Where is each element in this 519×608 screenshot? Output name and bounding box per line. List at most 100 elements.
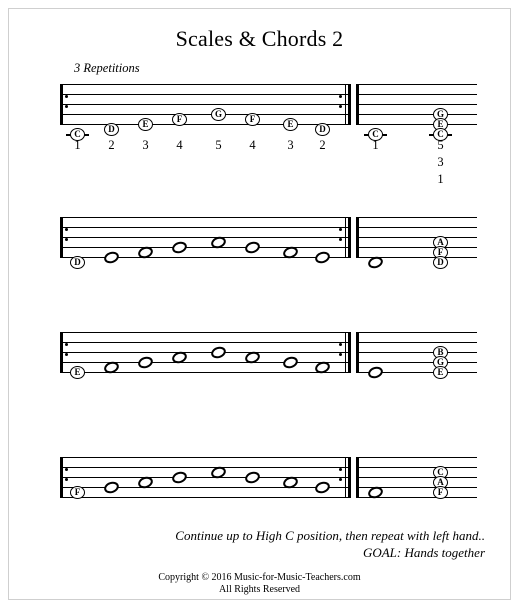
chord-fingering-number: 3 — [437, 155, 444, 169]
copyright-line-1: Copyright © 2016 Music-for-Music-Teacher… — [158, 572, 361, 583]
staff-line — [356, 247, 477, 248]
staff-line — [60, 477, 348, 478]
repeat-start-barline — [60, 84, 63, 125]
note-letter: D — [74, 256, 81, 267]
instruction-line-2: GOAL: Hands together — [362, 545, 485, 560]
repeat-dot — [339, 238, 342, 241]
repetitions-label: 3 Repetitions — [74, 61, 140, 75]
note-letter: F — [437, 486, 444, 497]
note-head-labeled: E — [283, 117, 298, 131]
repeat-dot — [65, 468, 68, 471]
repeat-start-dots — [65, 84, 70, 125]
note-letter: F — [176, 113, 183, 124]
repeat-end-barline — [348, 217, 351, 258]
repeat-dot — [339, 353, 342, 356]
repeat-start-barline — [60, 457, 63, 498]
repeat-start-barline — [60, 217, 63, 258]
fingering-number: 1 — [372, 138, 379, 152]
repeat-end-barline — [344, 457, 346, 498]
staff-line — [356, 124, 477, 125]
staff-line — [60, 497, 348, 498]
repeat-dot — [65, 228, 68, 231]
repeat-start-dots — [65, 217, 70, 258]
repeat-end-barline — [344, 84, 346, 125]
staff-line — [356, 362, 477, 363]
staff-line — [356, 457, 477, 458]
repeat-start-barline — [60, 332, 63, 373]
repeat-end-dots — [339, 457, 344, 498]
staff-line — [356, 352, 477, 353]
note-head-labeled: E — [138, 117, 153, 131]
fingering-number: 1 — [74, 138, 81, 152]
repeat-start-dots — [65, 332, 70, 373]
staff-line — [60, 467, 348, 468]
chord-fingering-number: 1 — [437, 172, 444, 186]
staff-line — [60, 352, 348, 353]
staff-line — [60, 362, 348, 363]
staff-line — [60, 227, 348, 228]
staff-lines — [356, 84, 477, 125]
note-letter: D — [108, 123, 115, 134]
repeat-dot — [65, 343, 68, 346]
repeat-dot — [339, 478, 342, 481]
staff-line — [60, 457, 348, 458]
staff-line — [356, 477, 477, 478]
coda-barline — [356, 217, 359, 258]
repeat-end-dots — [339, 332, 344, 373]
staff-line — [60, 124, 348, 125]
note-letter: E — [437, 366, 444, 377]
staff-line — [60, 237, 348, 238]
note-letter: F — [249, 113, 256, 124]
note-head-labeled: F — [245, 112, 260, 126]
staff-line — [356, 342, 477, 343]
staff-lines — [60, 217, 348, 258]
repeat-end-barline — [344, 332, 346, 373]
coda-barline — [356, 84, 359, 125]
staff-lines — [60, 457, 348, 498]
repeat-end-barline — [348, 457, 351, 498]
note-letter: G — [214, 108, 222, 119]
coda-barline — [356, 457, 359, 498]
note-letter: D — [437, 256, 444, 267]
copyright-line-2: All Rights Reserved — [218, 584, 301, 595]
note-head-labeled: D — [104, 122, 119, 136]
coda-barline — [356, 332, 359, 373]
repeat-dot — [339, 468, 342, 471]
fingering-number: 4 — [176, 138, 183, 152]
staff-line — [60, 247, 348, 248]
staff-line — [356, 237, 477, 238]
staff-line — [60, 114, 348, 115]
repeat-end-dots — [339, 84, 344, 125]
fingering-number: 3 — [287, 138, 294, 152]
note-head-labeled: F — [172, 112, 187, 126]
repeat-end-barline — [348, 84, 351, 125]
note-head-labeled: G — [211, 107, 226, 121]
repeat-dot — [339, 105, 342, 108]
repeat-end-barline — [344, 217, 346, 258]
note-head-labeled: E — [70, 365, 85, 379]
repeat-dot — [65, 478, 68, 481]
note-head-labeled: F — [433, 485, 448, 499]
staff-line — [60, 372, 348, 373]
staff-line — [60, 94, 348, 95]
repeat-dot — [339, 95, 342, 98]
staff-line — [60, 332, 348, 333]
sheet-music-page: Scales & Chords 2 3 Repetitions CDEFGFED… — [0, 0, 519, 608]
note-letter: E — [74, 366, 81, 377]
staff-line — [356, 114, 477, 115]
repeat-dot — [65, 95, 68, 98]
note-head-labeled: D — [433, 255, 448, 269]
repeat-dot — [65, 353, 68, 356]
staff-lines — [60, 84, 348, 125]
note-head-labeled: F — [70, 485, 85, 499]
fingering-number: 4 — [249, 138, 256, 152]
fingering-number: 3 — [142, 138, 149, 152]
note-head-labeled: D — [70, 255, 85, 269]
note-letter: E — [287, 118, 294, 129]
fingering-number: 5 — [215, 138, 222, 152]
copyright-notice: Copyright © 2016 Music-for-Music-Teacher… — [0, 572, 519, 596]
note-head-labeled: E — [433, 365, 448, 379]
staff-line — [60, 217, 348, 218]
staff-line — [356, 217, 477, 218]
staff-line — [356, 94, 477, 95]
